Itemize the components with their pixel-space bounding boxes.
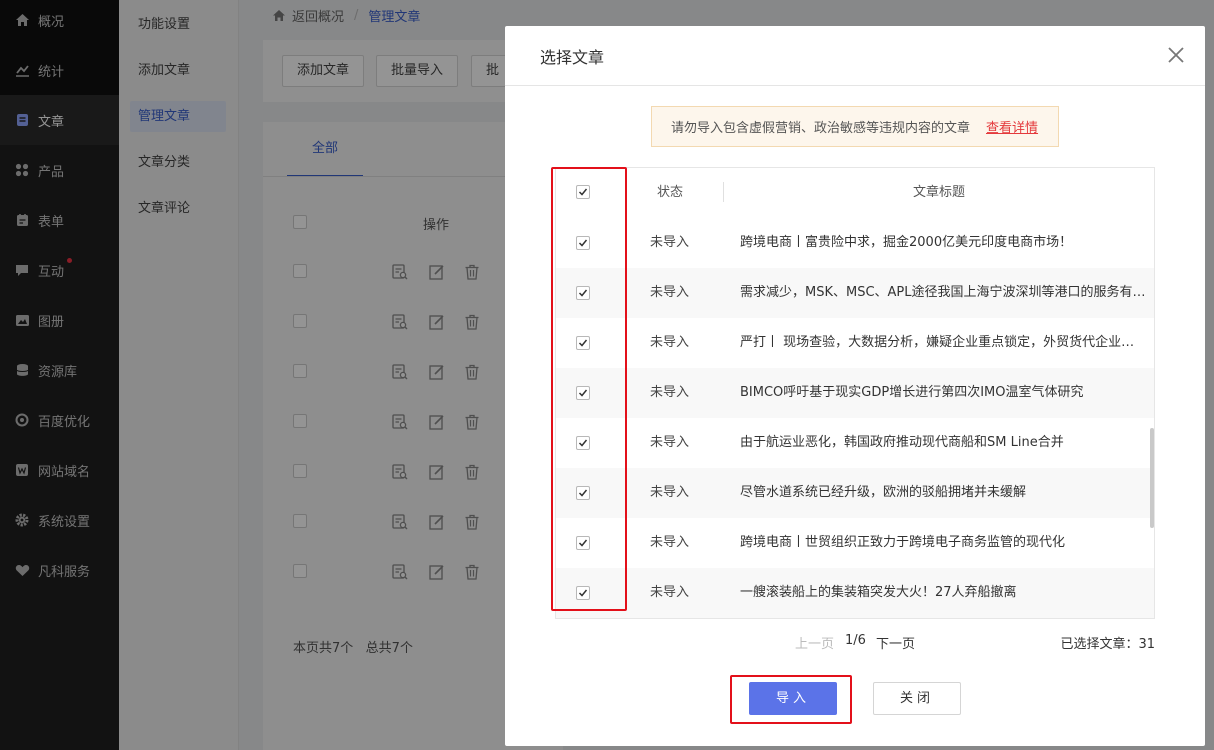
article-row[interactable]: 未导入 一艘滚装船上的集装箱突发大火！27人弃船撤离	[556, 568, 1154, 618]
view-details-link[interactable]: 查看详情	[986, 117, 1038, 136]
close-icon[interactable]	[1165, 44, 1187, 66]
notice-text: 请勿导入包含虚假营销、政治敏感等违规内容的文章	[671, 121, 971, 136]
article-row[interactable]: 未导入 跨境电商丨富贵险中求，掘金2000亿美元印度电商市场！	[556, 218, 1154, 268]
row-status: 未导入	[650, 435, 690, 450]
article-row[interactable]: 未导入 尽管水道系统已经升级，欧洲的驳船拥堵并未缓解	[556, 468, 1154, 518]
row-status: 未导入	[650, 535, 690, 550]
column-separator	[723, 182, 724, 202]
article-row[interactable]: 未导入 BIMCO呼吁基于现实GDP增长进行第四次IMO温室气体研究	[556, 368, 1154, 418]
article-row[interactable]: 未导入 严打丨 现场查验，大数据分析，嫌疑企业重点锁定，外贸货代企业需警惕	[556, 318, 1154, 368]
next-page-button[interactable]: 下一页	[876, 633, 915, 652]
row-status: 未导入	[650, 335, 690, 350]
scrollbar-thumb[interactable]	[1150, 428, 1154, 528]
close-button[interactable]: 关闭	[873, 682, 961, 715]
table-scrollbar[interactable]	[1150, 220, 1154, 618]
checkbox-column-highlight	[551, 167, 627, 611]
row-title: BIMCO呼吁基于现实GDP增长进行第四次IMO温室气体研究	[740, 385, 1084, 400]
article-row[interactable]: 未导入 跨境电商丨世贸组织正致力于跨境电子商务监管的现代化	[556, 518, 1154, 568]
row-title: 严打丨 现场查验，大数据分析，嫌疑企业重点锁定，外贸货代企业需警惕	[740, 335, 1146, 350]
row-status: 未导入	[650, 485, 690, 500]
row-title: 一艘滚装船上的集装箱突发大火！27人弃船撤离	[740, 585, 1017, 600]
article-table: 状态 文章标题 未导入 跨境电商丨富贵险中求，掘金2000亿美元印度电商市场！ 未导…	[555, 167, 1155, 619]
row-status: 未导入	[650, 385, 690, 400]
table-header: 状态 文章标题	[556, 168, 1154, 218]
row-title: 尽管水道系统已经升级，欧洲的驳船拥堵并未缓解	[740, 485, 1027, 500]
row-title: 需求减少，MSK、MSC、APL途径我国上海宁波深圳等港口的服务有所调整	[740, 285, 1146, 300]
row-title: 由于航运业恶化，韩国政府推动现代商船和SM Line合并	[740, 435, 1064, 450]
row-status: 未导入	[650, 235, 690, 250]
dialog-title: 选择文章	[540, 48, 605, 67]
status-column-header: 状态	[657, 185, 684, 200]
page-indicator: 1/6	[845, 633, 866, 648]
dialog-divider	[505, 85, 1205, 86]
selected-count: 已选择文章：31	[1060, 637, 1155, 652]
article-row[interactable]: 未导入 由于航运业恶化，韩国政府推动现代商船和SM Line合并	[556, 418, 1154, 468]
row-status: 未导入	[650, 285, 690, 300]
prev-page-button[interactable]: 上一页	[795, 633, 834, 652]
row-title: 跨境电商丨世贸组织正致力于跨境电子商务监管的现代化	[740, 535, 1066, 550]
import-button-highlight	[730, 675, 852, 724]
article-row[interactable]: 未导入 需求减少，MSK、MSC、APL途径我国上海宁波深圳等港口的服务有所调整	[556, 268, 1154, 318]
row-title: 跨境电商丨富贵险中求，掘金2000亿美元印度电商市场！	[740, 235, 1073, 250]
title-column-header: 文章标题	[913, 185, 966, 200]
warning-notice: 请勿导入包含虚假营销、政治敏感等违规内容的文章 查看详情	[651, 106, 1059, 147]
row-status: 未导入	[650, 585, 690, 600]
